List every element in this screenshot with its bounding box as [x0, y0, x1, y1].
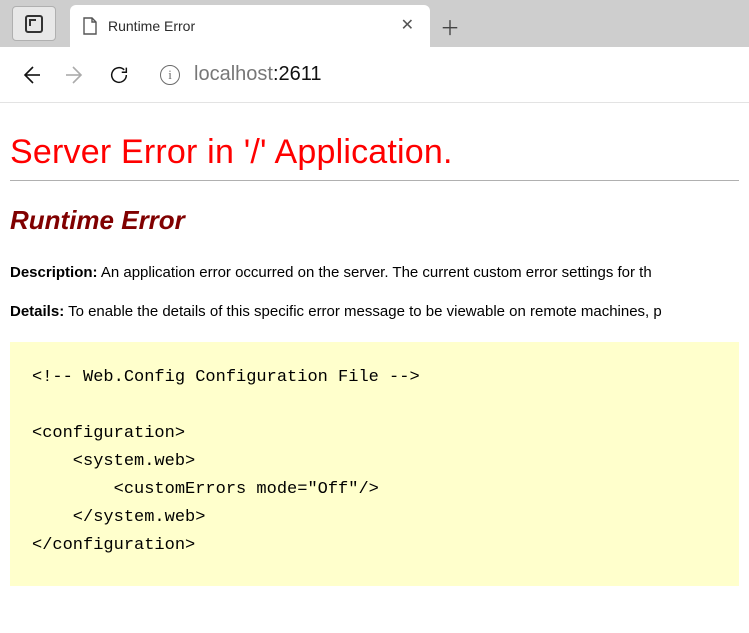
divider: [10, 180, 739, 181]
tab-title: Runtime Error: [108, 18, 387, 34]
address-port: :2611: [273, 63, 322, 85]
description-text: An application error occurred on the ser…: [98, 264, 652, 281]
edge-app-button[interactable]: [12, 6, 56, 41]
server-error-heading: Server Error in '/' Application.: [10, 133, 739, 172]
browser-tab[interactable]: Runtime Error ✕: [70, 5, 430, 47]
site-info-icon[interactable]: i: [160, 65, 180, 85]
new-tab-button[interactable]: ＋: [430, 5, 470, 47]
address-host: localhost: [194, 63, 273, 85]
browser-tab-strip: Runtime Error ✕ ＋: [0, 0, 749, 47]
forward-button[interactable]: [62, 62, 88, 88]
config-code-block: <!-- Web.Config Configuration File --> <…: [10, 342, 739, 586]
reload-button[interactable]: [106, 62, 132, 88]
address-text: localhost:2611: [194, 63, 322, 86]
close-tab-button[interactable]: ✕: [397, 14, 418, 38]
details-paragraph: Details: To enable the details of this s…: [10, 303, 739, 320]
address-bar[interactable]: i localhost:2611: [150, 63, 731, 86]
page-content: Server Error in '/' Application. Runtime…: [0, 103, 749, 586]
details-text: To enable the details of this specific e…: [64, 303, 662, 320]
browser-toolbar: i localhost:2611: [0, 47, 749, 103]
description-label: Description:: [10, 264, 98, 281]
description-paragraph: Description: An application error occurr…: [10, 264, 739, 281]
back-button[interactable]: [18, 62, 44, 88]
file-icon: [82, 17, 98, 35]
details-label: Details:: [10, 303, 64, 320]
runtime-error-heading: Runtime Error: [10, 205, 739, 236]
sidebar-icon: [25, 15, 43, 33]
